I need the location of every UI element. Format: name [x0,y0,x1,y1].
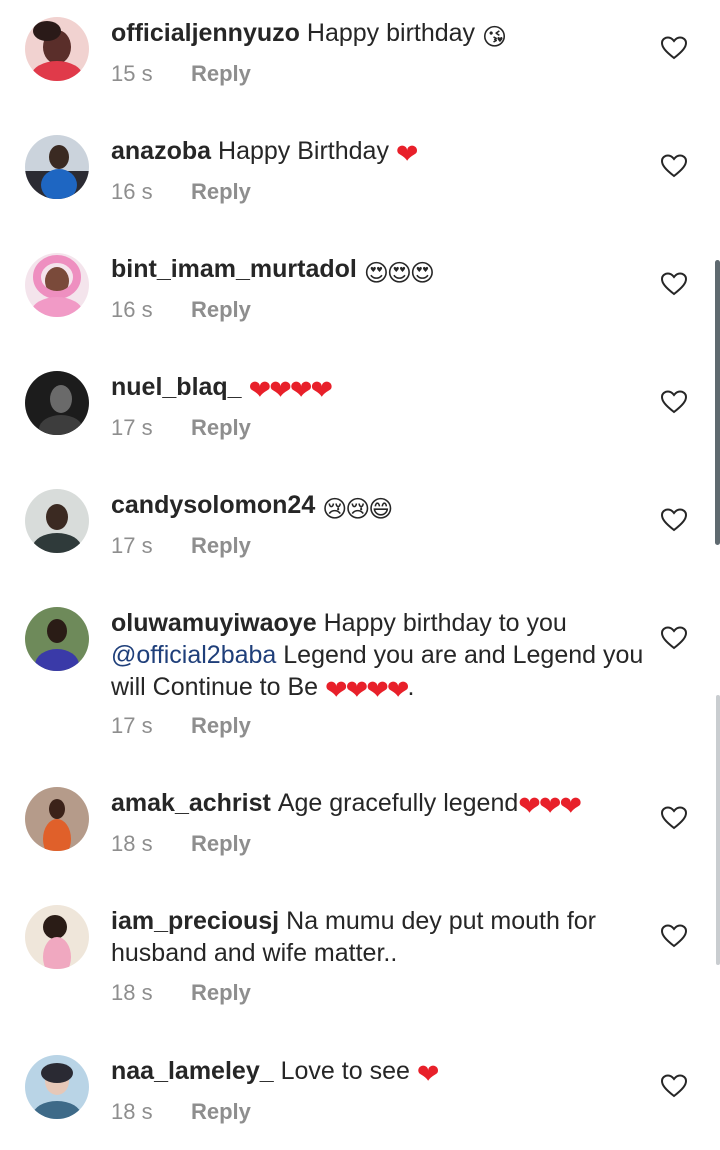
comment-time: 18 s [111,831,153,856]
kiss-emoji-icon: 😘 [482,24,507,51]
red-heart-icon: ❤❤❤❤ [248,375,333,405]
comment-username[interactable]: candysolomon24 [111,491,315,519]
heart-outline-icon[interactable] [661,806,687,830]
comment-body: Happy birthday to you [323,609,567,637]
reply-button[interactable]: Reply [191,297,251,322]
comment-meta: 18 s Reply [111,1098,251,1126]
reply-button[interactable]: Reply [191,61,251,86]
comment-meta: 18 s Reply [111,979,251,1007]
comment-time: 16 s [111,179,153,204]
reply-button[interactable]: Reply [191,179,251,204]
comment-text: bint_imam_murtadol 😍😍😍 [111,253,646,290]
comment-text: candysolomon24 😢😢😄 [111,489,646,526]
comment-meta: 17 s Reply [111,532,251,560]
comment-meta: 16 s Reply [111,296,251,324]
heart-outline-icon[interactable] [661,508,687,532]
comment-username[interactable]: naa_lameley_ [111,1057,274,1085]
comment-time: 17 s [111,415,153,440]
reply-button[interactable]: Reply [191,1099,251,1124]
comment-username[interactable]: oluwamuyiwaoye [111,609,317,637]
heart-outline-icon[interactable] [661,36,687,60]
comment-text: iam_preciousj Na mumu dey put mouth for h… [111,905,646,969]
comment-text: amak_achrist Age gracefully legend❤❤❤ [111,787,646,822]
reply-button[interactable]: Reply [191,415,251,440]
comment-body: Happy birthday [306,19,476,47]
avatar[interactable] [25,1055,89,1119]
reply-button[interactable]: Reply [191,980,251,1005]
avatar[interactable] [25,607,89,671]
comment-username[interactable]: officialjennyuzo [111,19,300,47]
reply-button[interactable]: Reply [191,831,251,856]
comment-text: nuel_blaq_ ❤❤❤❤ [111,371,646,406]
comment-username[interactable]: bint_imam_murtadol [111,255,357,283]
heart-outline-icon[interactable] [661,924,687,948]
comment-time: 17 s [111,533,153,558]
avatar[interactable] [25,17,89,81]
comment-meta: 15 s Reply [111,60,251,88]
crying-laughing-emoji-icon: 😢😢😄 [322,496,393,523]
comment-body-end: . [407,673,415,701]
comment-body: Love to see [280,1057,410,1085]
heart-outline-icon[interactable] [661,272,687,296]
comment-time: 17 s [111,713,153,738]
comment-text: anazoba Happy Birthday ❤ [111,135,646,170]
comment-text: oluwamuyiwaoye Happy birthday to you @off… [111,607,646,706]
scrollbar-track[interactable] [716,695,720,965]
comment-body: Age gracefully legend [277,789,519,817]
comment-text: officialjennyuzo Happy birthday 😘 [111,17,646,54]
comment-body: Happy Birthday [218,137,389,165]
comment-username[interactable]: amak_achrist [111,789,271,817]
avatar[interactable] [25,371,89,435]
comment-time: 16 s [111,297,153,322]
comment-meta: 17 s Reply [111,414,251,442]
comment-text: naa_lameley_ Love to see ❤ [111,1055,646,1090]
avatar[interactable] [25,253,89,317]
reply-button[interactable]: Reply [191,533,251,558]
red-heart-icon: ❤ [395,139,419,169]
reply-button[interactable]: Reply [191,713,251,738]
comment-meta: 16 s Reply [111,178,251,206]
avatar[interactable] [25,135,89,199]
red-heart-icon: ❤ [416,1059,440,1089]
comment-time: 15 s [111,61,153,86]
heart-outline-icon[interactable] [661,1074,687,1098]
red-heart-icon: ❤❤❤ [518,791,582,821]
scrollbar-thumb[interactable] [715,260,720,545]
comment-meta: 18 s Reply [111,830,251,858]
avatar[interactable] [25,787,89,851]
red-heart-icon: ❤❤❤❤ [325,675,409,705]
heart-outline-icon[interactable] [661,626,687,650]
comment-username[interactable]: nuel_blaq_ [111,373,242,401]
avatar[interactable] [25,489,89,553]
comment-time: 18 s [111,1099,153,1124]
heart-outline-icon[interactable] [661,154,687,178]
heart-eyes-emoji-icon: 😍😍😍 [363,260,435,287]
comment-username[interactable]: iam_preciousj [111,907,279,935]
mention-link[interactable]: @official2baba [111,641,276,669]
heart-outline-icon[interactable] [661,390,687,414]
comment-meta: 17 s Reply [111,712,251,740]
avatar[interactable] [25,905,89,969]
comment-username[interactable]: anazoba [111,137,211,165]
comment-time: 18 s [111,980,153,1005]
